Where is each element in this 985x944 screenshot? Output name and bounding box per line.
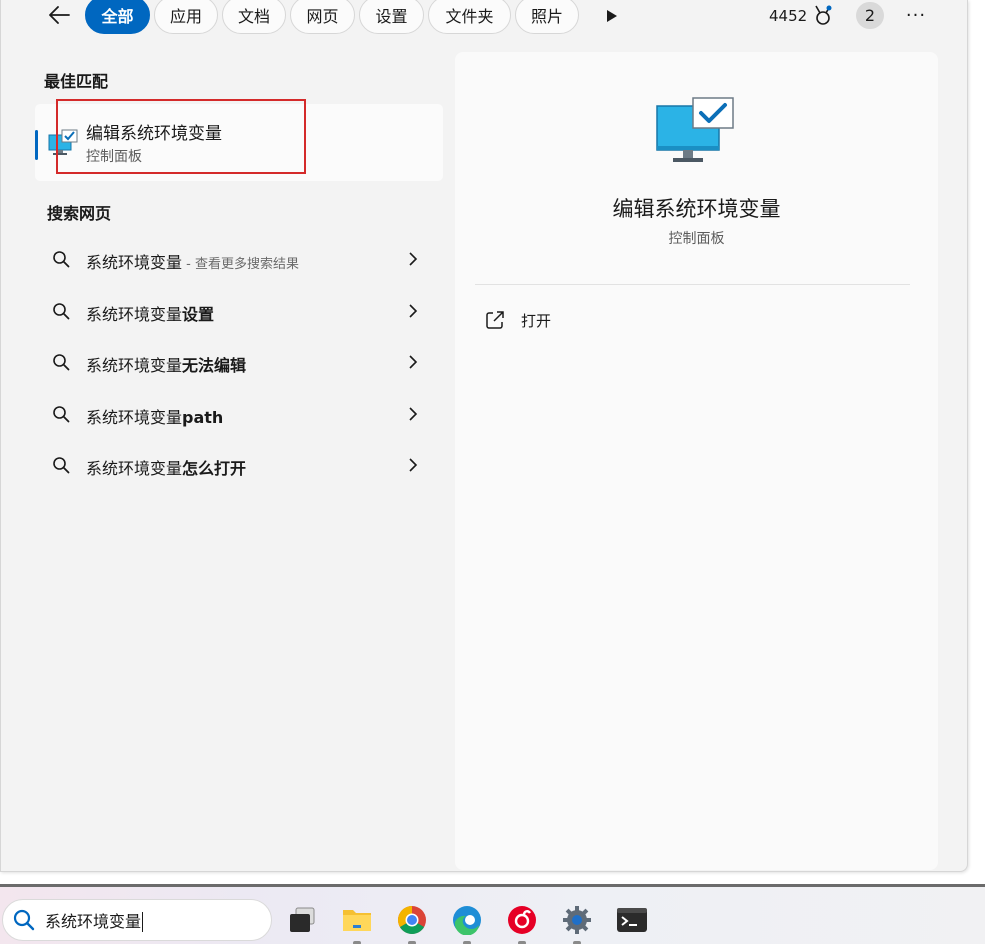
web-search-label: 系统环境变量设置 — [86, 305, 215, 324]
search-icon — [13, 909, 35, 931]
open-external-icon — [486, 311, 504, 329]
best-match-heading: 最佳匹配 — [44, 72, 109, 91]
web-search-label: 系统环境变量无法编辑 — [86, 356, 247, 375]
tab-photos[interactable]: 照片 — [515, 0, 579, 34]
chevron-right-icon — [409, 355, 418, 369]
search-icon — [53, 457, 70, 474]
search-panel: 全部 应用 文档 网页 设置 文件夹 照片 4452 2 ··· 最佳匹配 编辑… — [0, 0, 968, 872]
settings-gear-icon[interactable] — [558, 901, 596, 944]
web-search-label: 系统环境变量path — [86, 408, 224, 427]
preview-pane: 编辑系统环境变量 控制面板 打开 — [455, 52, 938, 870]
tab-folders[interactable]: 文件夹 — [428, 0, 511, 34]
chevron-right-icon — [409, 458, 418, 472]
account-badge[interactable]: 2 — [856, 2, 884, 29]
file-explorer-icon[interactable] — [338, 901, 376, 944]
chrome-icon[interactable] — [393, 901, 431, 944]
taskbar: 系统环境变量 — [0, 884, 985, 944]
rewards-points[interactable]: 4452 — [769, 5, 833, 27]
more-options-button[interactable]: ··· — [901, 2, 931, 29]
search-icon — [53, 406, 70, 423]
preview-subtitle: 控制面板 — [668, 231, 725, 247]
web-search-label: 系统环境变量 - 查看更多搜索结果 — [86, 253, 299, 272]
web-search-item[interactable]: 系统环境变量path — [35, 391, 443, 437]
preview-divider — [475, 284, 910, 285]
web-search-item[interactable]: 系统环境变量无法编辑 — [35, 339, 443, 385]
web-search-item[interactable]: 系统环境变量设置 — [35, 288, 443, 334]
preview-title: 编辑系统环境变量 — [612, 197, 781, 221]
search-query: 系统环境变量 — [45, 911, 144, 933]
best-match-title: 编辑系统环境变量 — [86, 124, 222, 144]
back-button[interactable] — [45, 0, 73, 30]
tab-apps[interactable]: 应用 — [154, 0, 218, 34]
open-label: 打开 — [521, 311, 552, 330]
chevron-right-icon — [409, 252, 418, 266]
back-arrow-icon — [49, 6, 70, 24]
more-filters-button[interactable] — [601, 6, 623, 26]
play-icon — [607, 10, 617, 22]
filter-bar: 全部 应用 文档 网页 设置 文件夹 照片 4452 2 ··· — [1, 0, 969, 34]
chevron-right-icon — [409, 304, 418, 318]
web-search-item[interactable]: 系统环境变量 - 查看更多搜索结果 — [35, 236, 443, 282]
netease-music-icon[interactable] — [503, 901, 541, 944]
tab-settings[interactable]: 设置 — [359, 0, 424, 34]
terminal-icon[interactable] — [613, 901, 651, 939]
monitor-check-icon — [656, 97, 734, 162]
open-button[interactable]: 打开 — [485, 304, 685, 336]
best-match-subtitle: 控制面板 — [86, 149, 142, 165]
edge-icon[interactable] — [448, 901, 486, 944]
task-view-icon[interactable] — [283, 901, 321, 939]
web-search-item[interactable]: 系统环境变量怎么打开 — [35, 442, 443, 488]
tab-documents[interactable]: 文档 — [222, 0, 286, 34]
monitor-check-icon — [48, 129, 78, 155]
search-icon — [53, 354, 70, 371]
taskbar-search-input[interactable]: 系统环境变量 — [2, 899, 272, 941]
search-icon — [53, 251, 70, 268]
points-value: 4452 — [769, 7, 808, 25]
tab-all[interactable]: 全部 — [85, 0, 150, 34]
web-search-label: 系统环境变量怎么打开 — [86, 459, 247, 478]
rewards-medal-icon — [815, 5, 832, 25]
chevron-right-icon — [409, 407, 418, 421]
selection-indicator — [35, 130, 38, 160]
search-icon — [53, 303, 70, 320]
tab-web[interactable]: 网页 — [290, 0, 355, 34]
web-search-heading: 搜索网页 — [47, 204, 112, 223]
best-match-result[interactable]: 编辑系统环境变量 控制面板 — [35, 104, 443, 181]
